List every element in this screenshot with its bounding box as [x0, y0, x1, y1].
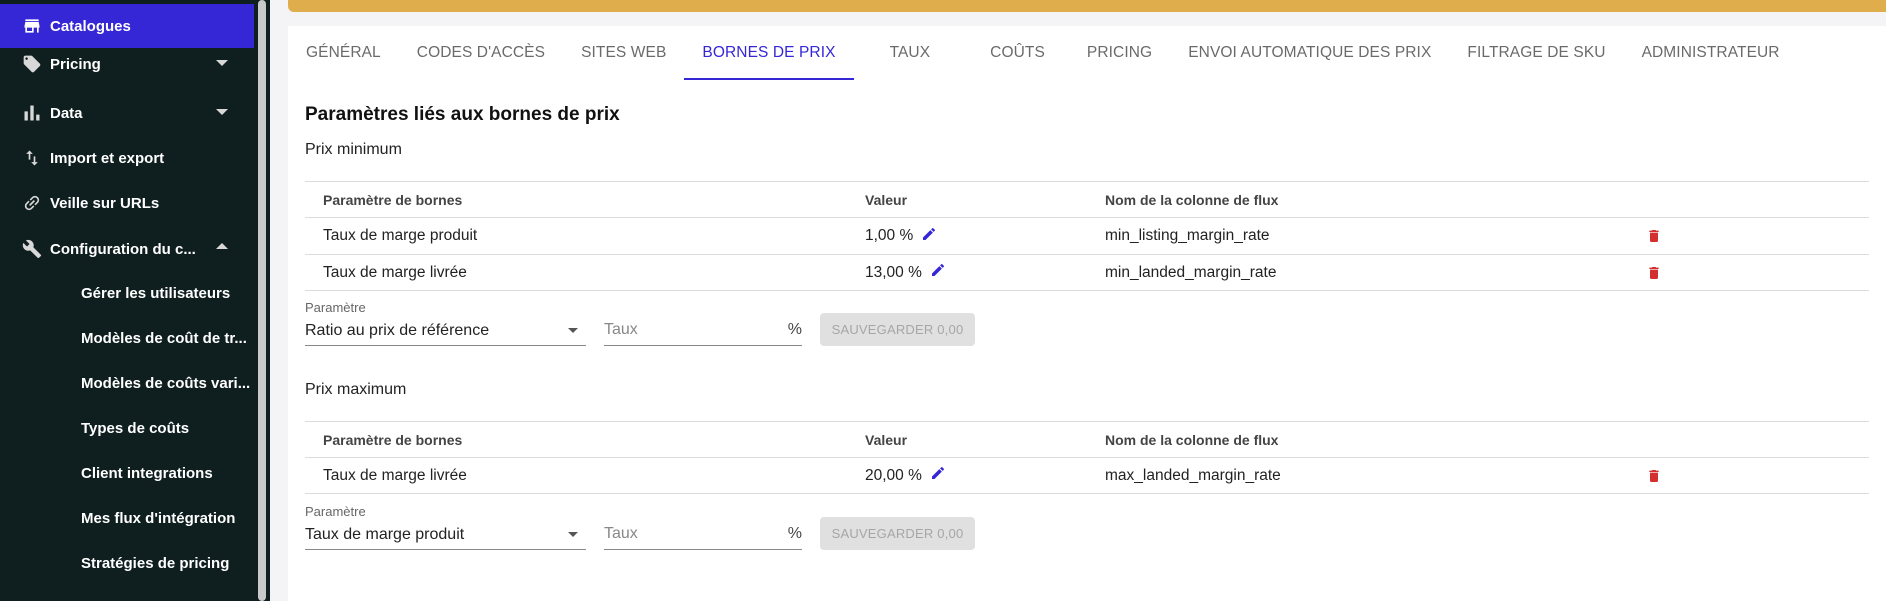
rate-input[interactable]	[604, 316, 774, 344]
tab-costs[interactable]: COÛTS	[966, 26, 1069, 80]
min-price-heading: Prix minimum	[305, 141, 402, 158]
value-text: 13,00 %	[865, 263, 922, 281]
table-row: Taux de marge produit 1,00 % min_listing…	[305, 217, 1869, 254]
sidebar-item-pricing[interactable]: Pricing	[0, 42, 254, 86]
rate-input[interactable]	[604, 520, 774, 548]
chevron-down-icon[interactable]	[216, 60, 228, 66]
table-row: Taux de marge livrée 13,00 % min_landed_…	[305, 254, 1869, 291]
page-title: Paramètres liés aux bornes de prix	[305, 104, 620, 125]
subitem-cost-types[interactable]: Types de coûts	[81, 420, 251, 437]
param-select-value: Ratio au prix de référence	[305, 321, 490, 339]
edit-icon[interactable]	[913, 226, 937, 247]
header-column: Nom de la colonne de flux	[1105, 431, 1279, 448]
rate-field: %	[604, 316, 802, 346]
max-price-add-form: Paramètre Taux de marge produit % SAUVEG…	[305, 504, 1305, 560]
percent-unit: %	[787, 525, 802, 542]
row-value: 20,00 %	[865, 458, 946, 493]
save-button[interactable]: SAUVEGARDER 0,00	[820, 313, 975, 346]
table-header: Paramètre de bornes Valeur Nom de la col…	[305, 181, 1869, 217]
min-price-table: Paramètre de bornes Valeur Nom de la col…	[305, 181, 1869, 291]
header-param: Paramètre de bornes	[323, 431, 463, 448]
tab-admin[interactable]: ADMINISTRATEUR	[1624, 26, 1798, 80]
edit-icon[interactable]	[922, 465, 946, 486]
row-column: max_landed_margin_rate	[1105, 466, 1281, 484]
edit-icon[interactable]	[922, 262, 946, 283]
row-param: Taux de marge livrée	[323, 263, 467, 281]
tab-price-bounds[interactable]: BORNES DE PRIX	[684, 26, 854, 80]
param-select[interactable]: Taux de marge produit	[305, 520, 586, 550]
dropdown-arrow-icon	[568, 532, 578, 537]
row-param: Taux de marge produit	[323, 227, 478, 244]
param-select-value: Taux de marge produit	[305, 525, 465, 543]
max-price-heading: Prix maximum	[305, 381, 407, 398]
table-row: Taux de marge livrée 20,00 % max_landed_…	[305, 457, 1869, 494]
row-column: min_listing_margin_rate	[1105, 227, 1270, 244]
row-param: Taux de marge livrée	[323, 466, 467, 484]
sidebar-item-label: Data	[50, 104, 83, 122]
sidebar-item-label: Configuration du c...	[50, 240, 196, 258]
chevron-up-icon[interactable]	[216, 243, 228, 249]
settings-tabs: GÉNÉRAL CODES D'ACCÈS SITES WEB BORNES D…	[288, 26, 1798, 80]
chevron-down-icon[interactable]	[216, 109, 228, 115]
sidebar-item-data[interactable]: Data	[0, 91, 254, 135]
sidebar-item-label: Import et export	[50, 149, 165, 167]
tab-access-codes[interactable]: CODES D'ACCÈS	[399, 26, 563, 80]
sidebar: Catalogues Pricing Data Import et export…	[0, 0, 254, 601]
param-select[interactable]: Ratio au prix de référence	[305, 316, 586, 346]
link-icon	[18, 193, 46, 213]
row-column: min_landed_margin_rate	[1105, 263, 1277, 281]
value-text: 1,00 %	[865, 227, 914, 244]
delete-icon[interactable]	[1646, 218, 1662, 254]
tag-icon	[18, 54, 46, 74]
header-column: Nom de la colonne de flux	[1105, 191, 1279, 208]
row-value: 13,00 %	[865, 255, 946, 290]
delete-icon[interactable]	[1646, 255, 1662, 290]
param-select-label: Paramètre	[305, 504, 366, 519]
rate-field: %	[604, 520, 802, 550]
param-select-label: Paramètre	[305, 300, 366, 315]
store-icon	[18, 16, 46, 36]
header-value: Valeur	[865, 431, 908, 448]
tab-websites[interactable]: SITES WEB	[563, 26, 684, 80]
save-button[interactable]: SAUVEGARDER 0,00	[820, 517, 975, 550]
min-price-add-form: Paramètre Ratio au prix de référence % S…	[305, 300, 1305, 356]
tab-general[interactable]: GÉNÉRAL	[288, 26, 399, 80]
delete-icon[interactable]	[1646, 458, 1662, 493]
subitem-transport-cost-models[interactable]: Modèles de coût de tr...	[81, 330, 251, 347]
import-export-icon	[18, 148, 46, 168]
tab-auto-price-send[interactable]: ENVOI AUTOMATIQUE DES PRIX	[1170, 26, 1449, 80]
row-value: 1,00 %	[865, 218, 937, 254]
table-header: Paramètre de bornes Valeur Nom de la col…	[305, 421, 1869, 457]
bar-chart-icon	[18, 103, 46, 123]
value-text: 20,00 %	[865, 466, 922, 484]
sidebar-item-configuration[interactable]: Configuration du c...	[0, 227, 254, 271]
subitem-users[interactable]: Gérer les utilisateurs	[81, 285, 251, 302]
subitem-pricing-strategies[interactable]: Stratégies de pricing	[81, 555, 251, 572]
tab-pricing[interactable]: PRICING	[1069, 26, 1170, 80]
subitem-integration-flows[interactable]: Mes flux d'intégration	[81, 510, 251, 527]
sidebar-item-import-export[interactable]: Import et export	[0, 136, 254, 180]
sidebar-item-veille[interactable]: Veille sur URLs	[0, 181, 254, 225]
header-value: Valeur	[865, 191, 908, 208]
max-price-table: Paramètre de bornes Valeur Nom de la col…	[305, 421, 1869, 494]
tab-rates[interactable]: TAUX	[854, 26, 967, 80]
dropdown-arrow-icon	[568, 328, 578, 333]
sidebar-item-label: Veille sur URLs	[50, 194, 160, 212]
percent-unit: %	[787, 321, 802, 338]
sidebar-item-label: Catalogues	[50, 17, 131, 35]
wrench-icon	[18, 239, 46, 259]
top-banner	[288, 0, 1886, 12]
sidebar-scrollbar[interactable]	[258, 0, 266, 601]
header-param: Paramètre de bornes	[323, 191, 463, 208]
tab-sku-filtering[interactable]: FILTRAGE DE SKU	[1449, 26, 1623, 80]
subitem-variable-cost-models[interactable]: Modèles de coûts vari...	[81, 375, 251, 392]
sidebar-item-label: Pricing	[50, 55, 101, 73]
subitem-client-integrations[interactable]: Client integrations	[81, 465, 251, 482]
